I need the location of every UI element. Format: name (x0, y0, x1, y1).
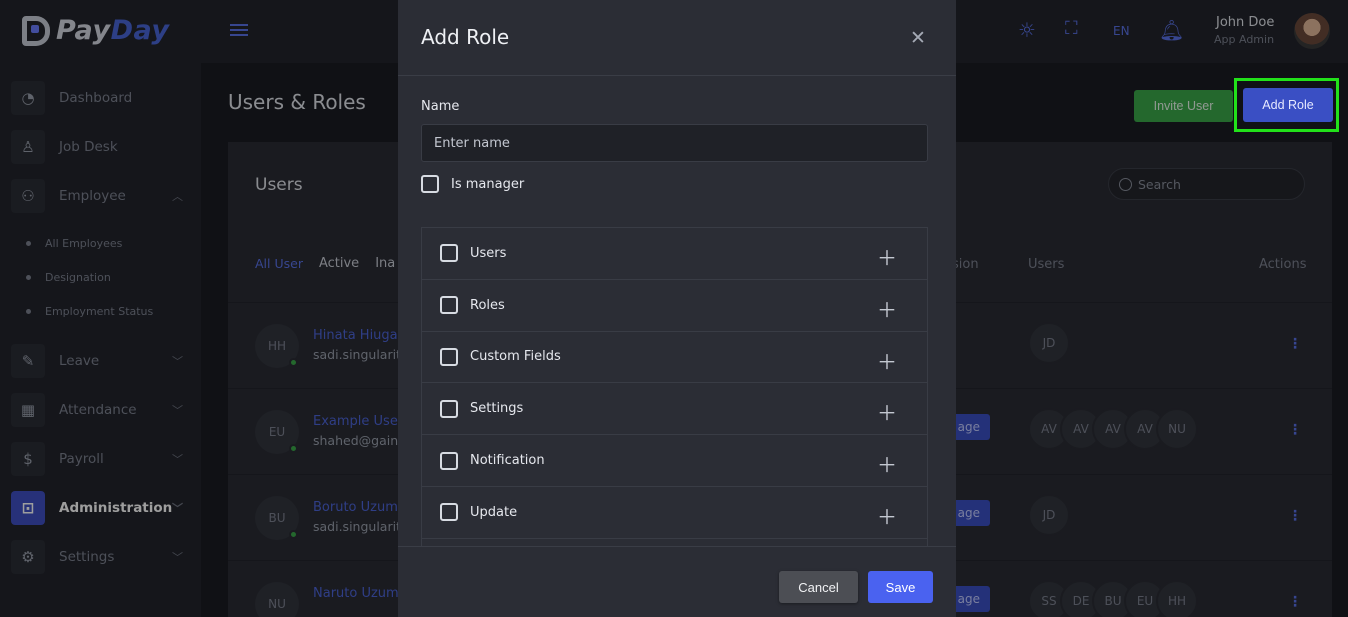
permission-label: Roles (470, 297, 505, 313)
modal-title: Add Role (421, 25, 510, 49)
permission-group-settings[interactable]: Settings ＋ (422, 383, 927, 436)
plus-icon[interactable]: ＋ (877, 501, 897, 530)
permission-group-users[interactable]: Users ＋ (422, 228, 927, 280)
cancel-button[interactable]: Cancel (779, 571, 858, 603)
permission-label: Update (470, 504, 518, 520)
name-field[interactable] (421, 124, 928, 162)
permission-label: Custom Fields (470, 349, 561, 365)
permissions-list: Users ＋ Roles ＋ Custom Fields ＋ Settings… (421, 227, 928, 547)
plus-icon[interactable]: ＋ (877, 294, 897, 323)
permission-group-update[interactable]: Update ＋ (422, 487, 927, 539)
is-manager-label: Is manager (451, 176, 525, 192)
focus-highlight (1234, 78, 1339, 132)
permission-checkbox[interactable] (440, 399, 458, 418)
modal-header: Add Role ✕ (398, 0, 956, 76)
plus-icon[interactable]: ＋ (877, 242, 897, 271)
modal-footer: Cancel Save (398, 546, 956, 617)
close-icon[interactable]: ✕ (910, 27, 926, 50)
plus-icon[interactable]: ＋ (877, 397, 897, 426)
is-manager-option[interactable]: Is manager (421, 175, 524, 193)
permission-checkbox[interactable] (440, 503, 458, 522)
permission-label: Notification (470, 453, 545, 469)
permission-checkbox[interactable] (440, 347, 458, 366)
add-role-modal: Add Role ✕ Name Is manager Users ＋ Roles… (398, 0, 956, 617)
permission-group-roles[interactable]: Roles ＋ (422, 280, 927, 332)
save-button[interactable]: Save (868, 571, 933, 603)
permission-label: Settings (470, 401, 524, 417)
permission-checkbox[interactable] (440, 244, 458, 263)
plus-icon[interactable]: ＋ (877, 346, 897, 375)
permission-label: Users (470, 245, 507, 261)
is-manager-checkbox[interactable] (421, 175, 439, 193)
name-label: Name (421, 99, 460, 114)
plus-icon[interactable]: ＋ (877, 449, 897, 478)
permission-checkbox[interactable] (440, 451, 458, 470)
permission-group-notification[interactable]: Notification ＋ (422, 435, 927, 487)
permission-checkbox[interactable] (440, 296, 458, 315)
permission-group-custom-fields[interactable]: Custom Fields ＋ (422, 332, 927, 384)
